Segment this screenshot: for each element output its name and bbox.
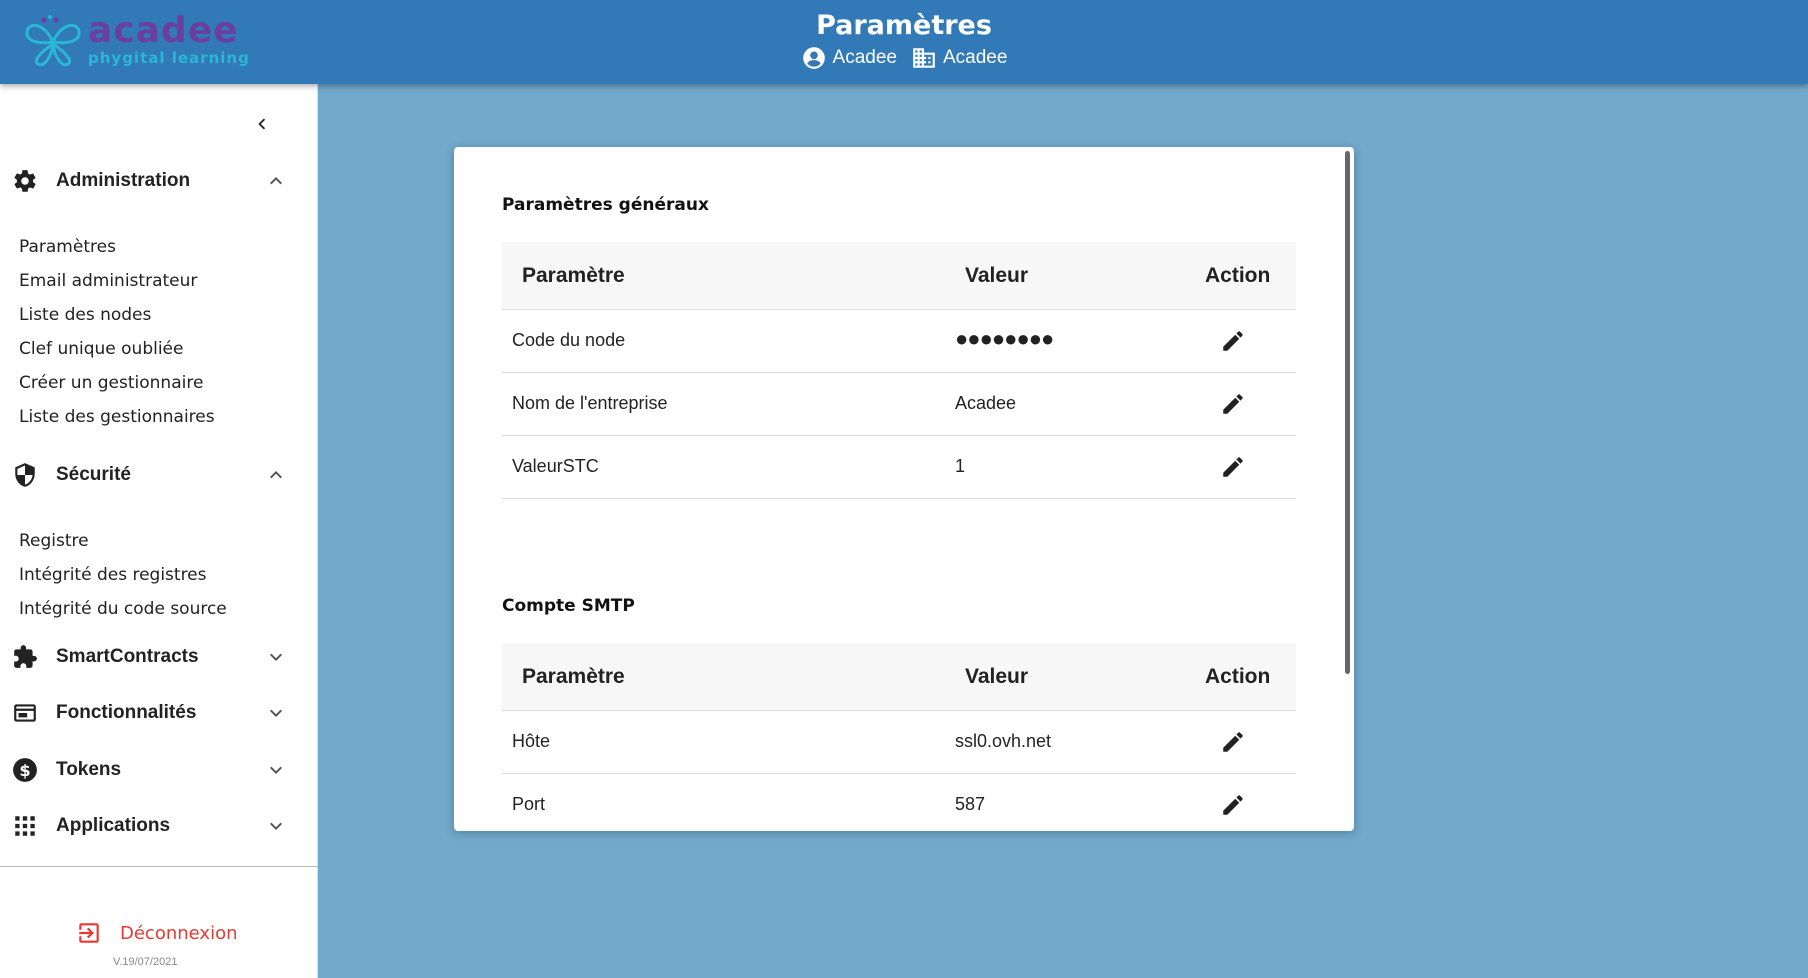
chevron-up-icon xyxy=(270,471,282,479)
chevron-down-icon xyxy=(270,766,282,774)
param-name: Port xyxy=(512,794,546,814)
sidebar-item-parametres[interactable]: Paramètres xyxy=(19,237,116,257)
table-row: Port 587 xyxy=(502,774,1296,831)
edit-pencil-icon[interactable] xyxy=(1220,792,1246,818)
puzzle-icon xyxy=(14,645,37,668)
chevron-down-icon xyxy=(270,653,282,661)
svg-text:$: $ xyxy=(19,761,30,780)
chevron-down-icon xyxy=(270,709,282,717)
sidebar-group-label: Applications xyxy=(56,815,171,836)
sidebar-group-applications[interactable]: Applications xyxy=(0,804,318,848)
sidebar-group-administration[interactable]: Administration xyxy=(0,159,318,203)
sidebar: Administration Paramètres Email administ… xyxy=(0,84,318,978)
param-value: 587 xyxy=(955,794,986,814)
sidebar-group-securite[interactable]: Sécurité xyxy=(0,453,318,497)
sidebar-item-create-manager[interactable]: Créer un gestionnaire xyxy=(19,373,203,393)
sidebar-group-label: SmartContracts xyxy=(56,646,199,667)
param-name: Hôte xyxy=(512,731,551,751)
table-row: ValeurSTC 1 xyxy=(502,436,1296,499)
sidebar-item-forgotten-key[interactable]: Clef unique oubliée xyxy=(19,339,183,359)
param-name: Nom de l'entreprise xyxy=(512,393,668,413)
sidebar-group-label: Sécurité xyxy=(56,464,131,485)
param-value: ●●●●●●●● xyxy=(955,326,1054,351)
sidebar-item-registry-integrity[interactable]: Intégrité des registres xyxy=(19,565,207,585)
general-settings-title: Paramètres généraux xyxy=(502,195,709,215)
sidebar-group-label: Tokens xyxy=(56,759,122,780)
table-row: Nom de l'entreprise Acadee xyxy=(502,373,1296,436)
grid-icon xyxy=(15,816,35,836)
sidebar-item-registre[interactable]: Registre xyxy=(19,531,89,551)
chevron-left-icon xyxy=(258,118,266,130)
page-title: Paramètres xyxy=(816,10,992,41)
smtp-settings-table: Paramètre Valeur Action Hôte ssl0.ovh.ne… xyxy=(502,643,1296,831)
sidebar-group-label: Fonctionnalités xyxy=(56,702,197,723)
window-icon xyxy=(14,704,36,722)
logout-button[interactable]: Déconnexion xyxy=(76,920,238,946)
edit-pencil-icon[interactable] xyxy=(1220,328,1246,354)
app-version: V.19/07/2021 xyxy=(113,956,178,968)
param-name: ValeurSTC xyxy=(512,456,599,476)
collapse-sidebar-button[interactable] xyxy=(248,110,276,138)
sidebar-group-tokens[interactable]: $ Tokens xyxy=(0,748,318,792)
chevron-up-icon xyxy=(270,177,282,185)
current-company: Acadee xyxy=(911,45,1007,71)
table-header: Paramètre Valeur Action xyxy=(502,643,1296,711)
column-header-action: Action xyxy=(1205,665,1271,688)
card-scrollbar[interactable] xyxy=(1345,151,1350,674)
column-header-action: Action xyxy=(1205,264,1271,287)
column-header-value: Valeur xyxy=(965,665,1029,688)
sidebar-group-fonctionnalites[interactable]: Fonctionnalités xyxy=(0,691,318,735)
table-header: Paramètre Valeur Action xyxy=(502,242,1296,310)
edit-pencil-icon[interactable] xyxy=(1220,729,1246,755)
header-center: Paramètres Acadee Acadee xyxy=(0,10,1808,71)
sidebar-group-label: Administration xyxy=(56,170,191,191)
building-icon xyxy=(913,48,935,68)
sidebar-divider xyxy=(0,866,318,867)
company-name: Acadee xyxy=(943,47,1008,68)
top-app-bar: acadee phygital learning Paramètres Acad… xyxy=(0,0,1808,84)
gear-icon xyxy=(14,170,36,192)
logout-label: Déconnexion xyxy=(120,922,238,944)
user-name: Acadee xyxy=(832,47,897,68)
chevron-down-icon xyxy=(270,822,282,830)
edit-pencil-icon[interactable] xyxy=(1220,454,1246,480)
logout-icon xyxy=(79,923,99,943)
dollar-icon: $ xyxy=(13,758,37,782)
sidebar-item-source-integrity[interactable]: Intégrité du code source xyxy=(19,599,227,619)
param-name: Code du node xyxy=(512,330,626,350)
sidebar-item-email-admin[interactable]: Email administrateur xyxy=(19,271,197,291)
general-settings-table: Paramètre Valeur Action Code du node ●●●… xyxy=(502,242,1296,499)
sidebar-item-node-list[interactable]: Liste des nodes xyxy=(19,305,151,325)
sidebar-group-smartcontracts[interactable]: SmartContracts xyxy=(0,635,318,679)
column-header-value: Valeur xyxy=(965,264,1029,287)
account-circle-icon xyxy=(802,47,825,69)
column-header-param: Paramètre xyxy=(522,264,625,287)
table-row: Code du node ●●●●●●●● xyxy=(502,310,1296,373)
param-value: Acadee xyxy=(955,393,1017,413)
current-user: Acadee xyxy=(801,45,897,71)
table-row: Hôte ssl0.ovh.net xyxy=(502,711,1296,774)
smtp-account-title: Compte SMTP xyxy=(502,596,635,616)
column-header-param: Paramètre xyxy=(522,665,625,688)
param-value: 1 xyxy=(955,456,966,476)
shield-icon xyxy=(15,463,35,487)
settings-card: Paramètres généraux Paramètre Valeur Act… xyxy=(454,147,1354,831)
edit-pencil-icon[interactable] xyxy=(1220,391,1246,417)
param-value: ssl0.ovh.net xyxy=(955,731,1052,751)
sidebar-item-manager-list[interactable]: Liste des gestionnaires xyxy=(19,407,215,427)
